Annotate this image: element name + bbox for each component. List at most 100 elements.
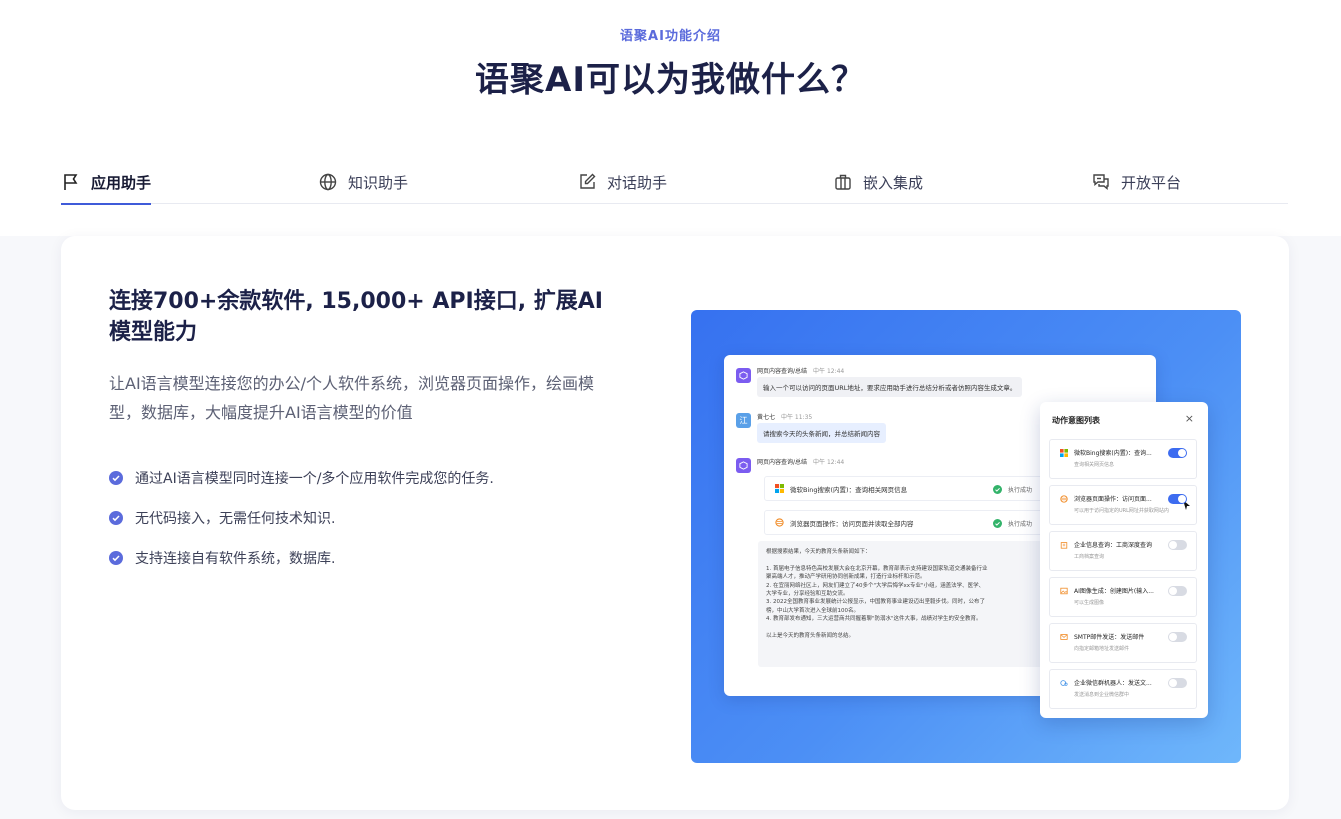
action-intent-panel: 动作意图列表 × 微软Bing搜索(内置)：查询... 查询相关网页信息 浏览器… <box>1040 402 1208 718</box>
action-item[interactable]: AI图像生成：创建图片(输入... 可以生成图像 <box>1049 577 1197 617</box>
message-time: 中午 12:44 <box>813 459 845 466</box>
action-desc: 工商档案查询 <box>1074 554 1105 560</box>
tool-status: 执行成功 <box>1008 487 1033 494</box>
feature-text: 支持连接自有软件系统，数据库. <box>135 551 336 567</box>
building-icon <box>1060 542 1068 549</box>
sender-name: 网页内容查询/总结 <box>757 368 808 375</box>
answer-line <box>766 556 1060 564</box>
tool-call-row: 微软Bing搜索(内置)：查询相关网页信息 执行成功 <box>764 476 1064 501</box>
wecom-icon <box>1060 680 1068 686</box>
action-item[interactable]: 企业信息查询：工商深度查询 工商档案查询 <box>1049 531 1197 571</box>
page-title: 语聚AI可以为我做什么？ <box>475 60 866 100</box>
page: 语聚AI功能介绍 语聚AI可以为我做什么？ 应用助手 知识助手 对话助手 嵌入集… <box>0 0 1341 819</box>
panel-title: 动作意图列表 <box>1052 416 1100 425</box>
tab-label: 对话助手 <box>607 173 668 192</box>
message-time: 中午 12:44 <box>813 368 845 375</box>
answer-line: 聚高端人才，推动产学研用协同创新成果，打造行业标杆和示范。 <box>766 574 926 581</box>
microsoft-icon <box>775 484 784 493</box>
action-toggle[interactable] <box>1168 540 1187 550</box>
briefcase-icon <box>833 172 853 192</box>
answer-line: 榜，中山大学首次进入全球前100名。 <box>766 607 859 614</box>
feature-text: 通过AI语言模型同时连接一个/多个应用软件完成您的任务. <box>135 471 494 487</box>
action-item[interactable]: 浏览器页面操作：访问页面... 可以用于访问指定的URL网址并获取网站内 <box>1049 485 1197 525</box>
action-item[interactable]: SMTP邮件发送：发送邮件 向指定邮箱地址发送邮件 <box>1049 623 1197 663</box>
tab-chat-assistant[interactable]: 对话助手 <box>577 160 667 204</box>
browser-icon <box>775 518 784 527</box>
sender-name: 黄七七 <box>757 414 776 421</box>
flag-icon <box>61 172 81 192</box>
globe-icon <box>318 172 338 192</box>
sender-name: 网页内容查询/总结 <box>757 459 808 466</box>
cube-icon <box>739 461 748 470</box>
success-icon <box>993 519 1002 528</box>
feature-card: 连接700+余款软件, 15,000+ API接口, 扩展AI模型能力 让AI语… <box>61 236 1289 810</box>
action-desc: 可以用于访问指定的URL网址并获取网站内 <box>1074 508 1169 514</box>
answer-line: 3. 2022全国教育事业发展统计公报显示，中国教育事业建设迈出坚毅步伐。同时，… <box>766 599 985 606</box>
user-avatar: 江 <box>736 413 751 428</box>
message-bubble: 输入一个可以访问的页面URL地址，要求应用助手进行总结分析或者仿照内容生成文章。 <box>757 377 1023 397</box>
close-icon[interactable]: × <box>1185 412 1194 425</box>
tab-knowledge-assistant[interactable]: 知识助手 <box>318 160 408 204</box>
answer-line <box>766 624 1060 632</box>
action-desc: 发送消息到企业微信群中 <box>1074 692 1130 698</box>
tab-embed-integration[interactable]: 嵌入集成 <box>833 160 923 204</box>
answer-line: 4. 教育部发布通知，三大运营商共同握着聊"防溺水"这件大事，战绩对学生的安全教… <box>766 616 982 623</box>
microsoft-icon <box>1060 449 1068 457</box>
action-title: 浏览器页面操作：访问页面... <box>1074 496 1152 503</box>
image-icon <box>1060 587 1068 595</box>
mail-icon <box>1060 634 1068 640</box>
action-title: AI图像生成：创建图片(输入... <box>1074 588 1154 595</box>
action-item[interactable]: 企业微信群机器人：发送文... 发送消息到企业微信群中 <box>1049 669 1197 709</box>
feature-text: 无代码接入，无需任何技术知识. <box>135 511 336 527</box>
action-item[interactable]: 微软Bing搜索(内置)：查询... 查询相关网页信息 <box>1049 439 1197 510</box>
feature-tabs: 应用助手 知识助手 对话助手 嵌入集成 开放平台 <box>61 160 1288 205</box>
success-icon <box>993 485 1002 494</box>
bot-avatar <box>736 458 751 473</box>
tab-label: 知识助手 <box>348 173 409 192</box>
edit-icon <box>577 172 597 192</box>
answer-block: 根据搜索结果，今天的教育头条新闻如下： 1. 首届电子信息特色高校发展大会在北京… <box>758 541 1068 667</box>
message-time: 中午 11:35 <box>781 414 813 421</box>
action-title: 企业信息查询：工商深度查询 <box>1074 542 1153 549</box>
feature-list: 通过AI语言模型同时连接一个/多个应用软件完成您的任务. 无代码接入，无需任何技… <box>109 458 629 578</box>
tool-name: 微软Bing搜索(内置)：查询相关网页信息 <box>790 485 908 494</box>
tab-label: 开放平台 <box>1121 173 1182 192</box>
check-circle-icon <box>109 471 123 485</box>
list-item: 无代码接入，无需任何技术知识. <box>109 498 629 538</box>
list-item: 支持连接自有软件系统，数据库. <box>109 538 629 578</box>
section-eyebrow: 语聚AI功能介绍 <box>620 29 721 44</box>
tool-name: 浏览器页面操作：访问页面并读取全部内容 <box>790 519 914 528</box>
tab-app-assistant[interactable]: 应用助手 <box>61 160 152 205</box>
action-desc: 查询相关网页信息 <box>1074 462 1115 468</box>
cube-icon <box>739 371 748 380</box>
action-toggle[interactable] <box>1168 448 1187 458</box>
bot-avatar <box>736 368 751 383</box>
tab-label: 嵌入集成 <box>863 173 924 192</box>
action-toggle[interactable] <box>1168 494 1187 504</box>
answer-line: 根据搜索结果，今天的教育头条新闻如下： <box>766 549 871 555</box>
tab-open-platform[interactable]: 开放平台 <box>1091 160 1181 204</box>
browser-icon <box>1060 495 1068 503</box>
action-title: SMTP邮件发送：发送邮件 <box>1074 634 1145 641</box>
check-circle-icon <box>109 511 123 525</box>
feature-description: 让AI语言模型连接您的办公/个人软件系统，浏览器页面操作，绘画模型，数据库，大幅… <box>109 374 595 422</box>
answer-line: 1. 首届电子信息特色高校发展大会在北京开幕，教育部表示支持建设国家轨道交通装备… <box>766 565 988 572</box>
demo-screenshot: 网页内容查询/总结 中午 12:44 输入一个可以访问的页面URL地址，要求应用… <box>691 310 1241 763</box>
tool-call-row: 浏览器页面操作：访问页面并读取全部内容 执行成功 <box>764 510 1064 535</box>
answer-line: 以上是今天的教育头条新闻的总结。 <box>766 633 855 640</box>
answer-line: 2. 在宜丽网络社区上，网友们建立了40多个"大学后悔学xx专业"小组，涵盖法学… <box>766 582 985 589</box>
feature-headline: 连接700+余款软件, 15,000+ API接口, 扩展AI模型能力 <box>109 289 603 345</box>
action-desc: 可以生成图像 <box>1074 600 1105 606</box>
message-bubble: 请搜索今天的头条新闻，并总结新闻内容 <box>757 423 886 443</box>
chat-bubbles-icon <box>1091 172 1111 192</box>
action-toggle[interactable] <box>1168 678 1187 688</box>
check-circle-icon <box>109 551 123 565</box>
tab-label: 应用助手 <box>91 173 152 192</box>
action-title: 企业微信群机器人：发送文... <box>1074 680 1152 687</box>
action-desc: 向指定邮箱地址发送邮件 <box>1074 646 1130 652</box>
action-toggle[interactable] <box>1168 632 1187 642</box>
action-toggle[interactable] <box>1168 586 1187 596</box>
answer-line: 大学专业，分享经验和互助交流。 <box>766 591 849 598</box>
list-item: 通过AI语言模型同时连接一个/多个应用软件完成您的任务. <box>109 458 629 498</box>
action-title: 微软Bing搜索(内置)：查询... <box>1074 450 1152 457</box>
